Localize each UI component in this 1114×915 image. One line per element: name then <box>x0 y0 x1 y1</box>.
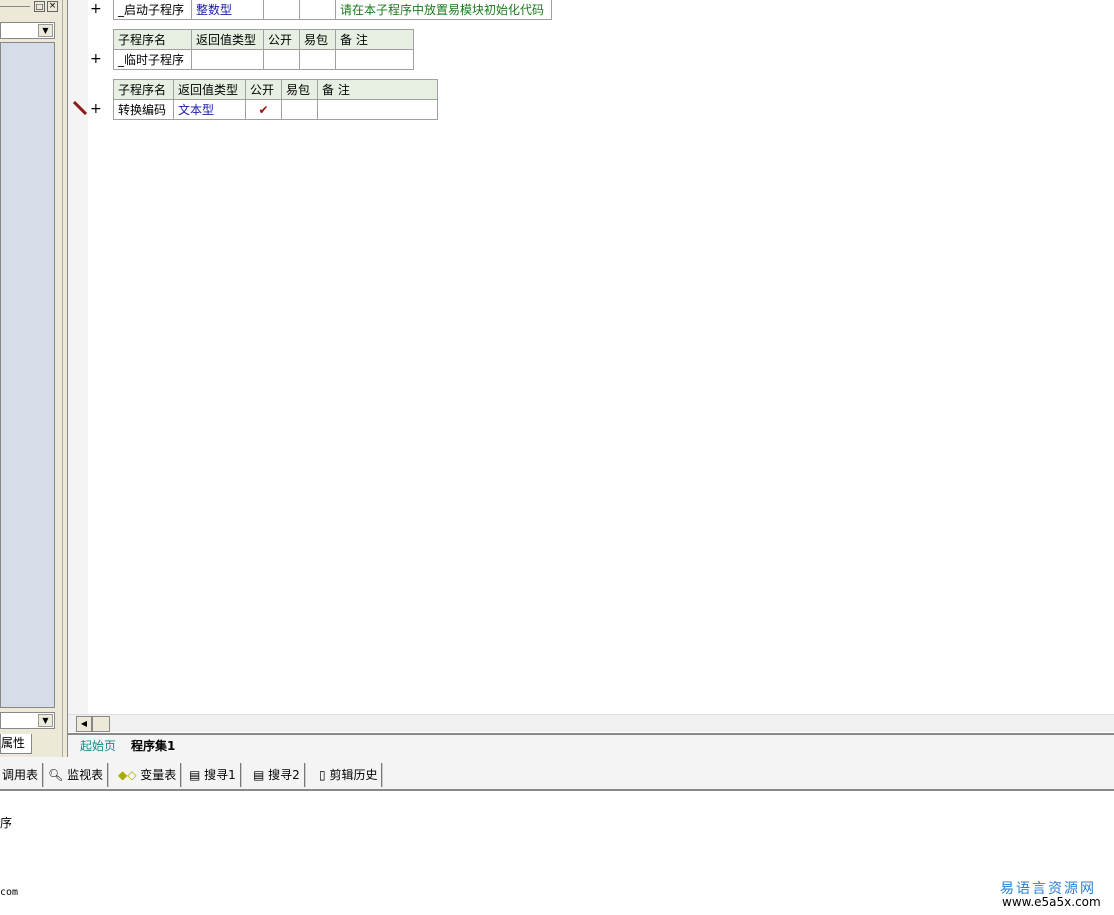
cell-package[interactable] <box>299 0 336 20</box>
search-doc-icon: ▤ <box>189 768 201 782</box>
tab-properties[interactable]: 属性 <box>0 734 32 754</box>
chevron-down-icon[interactable]: ▼ <box>38 714 53 727</box>
header-name: 子程序名 <box>113 29 192 50</box>
cell-public[interactable] <box>263 49 300 70</box>
label: 搜寻1 <box>204 768 236 782</box>
horizontal-scrollbar[interactable]: ◀ <box>68 714 1114 732</box>
header-remark: 备 注 <box>317 79 438 100</box>
cell-remark[interactable] <box>317 99 438 120</box>
property-list[interactable] <box>0 42 55 708</box>
header-return-type: 返回值类型 <box>191 29 264 50</box>
variable-icon: ◆◇ <box>118 768 137 782</box>
header-remark: 备 注 <box>335 29 414 50</box>
cell-remark[interactable]: 请在本子程序中放置易模块初始化代码 <box>335 0 552 20</box>
header-package: 易包 <box>281 79 318 100</box>
panel-title-line <box>0 6 30 7</box>
cell-remark[interactable] <box>335 49 414 70</box>
label: 剪辑历史 <box>329 768 378 782</box>
header-public: 公开 <box>245 79 282 100</box>
output-line: 序 <box>0 816 13 830</box>
variable-table-button[interactable]: ◆◇ 变量表 <box>118 763 183 787</box>
tab-start-page[interactable]: 起始页 <box>80 737 116 754</box>
pencil-icon <box>72 100 88 116</box>
document-tabs: 起始页 程序集1 <box>68 733 1114 757</box>
cell-name[interactable]: _启动子程序 <box>113 0 192 20</box>
clip-history-button[interactable]: ▯ 剪辑历史 <box>319 763 384 787</box>
subroutine-table-1: _启动子程序 整数型 请在本子程序中放置易模块初始化代码 <box>113 0 552 20</box>
scroll-thumb[interactable] <box>92 716 110 732</box>
clipboard-icon: ▯ <box>319 768 326 782</box>
cell-public-check[interactable]: ✔ <box>245 99 282 120</box>
header-return-type: 返回值类型 <box>173 79 246 100</box>
cell-package[interactable] <box>299 49 336 70</box>
expand-icon[interactable]: + <box>90 1 102 17</box>
header-package: 易包 <box>299 29 336 50</box>
subroutine-table-3: 子程序名 返回值类型 公开 易包备 注 转换编码 文本型 ✔ <box>113 79 438 120</box>
label: 变量表 <box>140 768 177 782</box>
watermark-url: www.e5a5x.com <box>1002 895 1101 909</box>
cell-return-type[interactable] <box>191 49 264 70</box>
magnifier-icon: 🔍︎ <box>48 768 64 782</box>
cell-package[interactable] <box>281 99 318 120</box>
scroll-left-icon[interactable]: ◀ <box>76 716 92 732</box>
table-row: 转换编码 文本型 ✔ <box>113 99 438 120</box>
call-table-button[interactable]: 调用表 <box>2 763 45 787</box>
expand-icon[interactable]: + <box>90 51 102 67</box>
search-doc-icon: ▤ <box>253 768 265 782</box>
header-public: 公开 <box>263 29 300 50</box>
cell-public[interactable] <box>263 0 300 20</box>
label: 搜寻2 <box>268 768 300 782</box>
cell-return-type[interactable]: 文本型 <box>173 99 246 120</box>
bottom-dropdown[interactable]: ▼ <box>0 712 55 729</box>
cell-name[interactable]: _临时子程序 <box>113 49 192 70</box>
cell-name[interactable]: 转换编码 <box>113 99 174 120</box>
left-panel: □ × ▼ ▼ 属性 <box>0 0 62 760</box>
object-dropdown[interactable]: ▼ <box>0 22 55 39</box>
chevron-down-icon[interactable]: ▼ <box>38 24 53 37</box>
tab-program-set-1[interactable]: 程序集1 <box>131 737 175 754</box>
restore-icon[interactable]: □ <box>34 1 45 12</box>
watch-table-button[interactable]: 🔍︎ 监视表 <box>48 763 110 787</box>
label: 调用表 <box>2 768 39 782</box>
expand-icon[interactable]: + <box>90 101 102 117</box>
table-row: _启动子程序 整数型 请在本子程序中放置易模块初始化代码 <box>113 0 552 20</box>
search2-button[interactable]: ▤ 搜寻2 <box>253 763 306 787</box>
cell-return-type[interactable]: 整数型 <box>191 0 264 20</box>
header-name: 子程序名 <box>113 79 174 100</box>
subroutine-table-2: 子程序名 返回值类型 公开 易包备 注 _临时子程序 <box>113 29 414 70</box>
table-row: _临时子程序 <box>113 49 414 70</box>
search1-button[interactable]: ▤ 搜寻1 <box>189 763 242 787</box>
close-icon[interactable]: × <box>47 1 58 12</box>
label: 监视表 <box>67 768 104 782</box>
output-line: com <box>0 887 19 898</box>
